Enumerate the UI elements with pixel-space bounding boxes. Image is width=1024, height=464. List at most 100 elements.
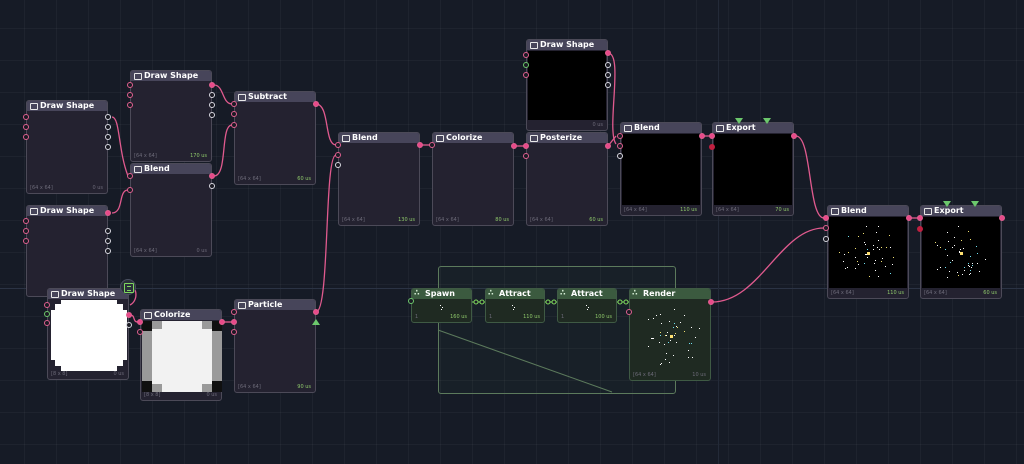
node-header[interactable]: Blend [131, 164, 211, 174]
input-pin[interactable] [44, 320, 50, 326]
node-header[interactable]: Spawn [412, 289, 471, 299]
node-posterize[interactable]: Posterize [64 x 64] 60 us [526, 132, 608, 226]
output-pin[interactable] [105, 228, 111, 234]
output-pin[interactable] [605, 82, 611, 88]
input-pin[interactable] [137, 319, 143, 325]
input-pin[interactable] [231, 111, 237, 117]
output-pin[interactable] [209, 92, 215, 98]
output-pin[interactable] [209, 183, 215, 189]
input-pin[interactable] [231, 309, 237, 315]
node-header[interactable]: Blend [828, 206, 908, 216]
node-blend-4[interactable]: Blend [64 x 64] 110 us [827, 205, 909, 299]
input-pin[interactable] [523, 52, 529, 58]
input-pin[interactable] [917, 215, 923, 221]
output-pin[interactable] [417, 142, 423, 148]
input-pin[interactable] [917, 226, 923, 232]
input-pin[interactable] [626, 309, 632, 315]
node-header[interactable]: Subtract [235, 92, 315, 102]
output-pin[interactable] [105, 124, 111, 130]
input-pin[interactable] [617, 153, 623, 159]
input-pin[interactable] [44, 302, 50, 308]
node-attract-2[interactable]: Attract 1 100 us [557, 288, 617, 323]
input-pin[interactable] [127, 92, 133, 98]
input-pin[interactable] [523, 143, 529, 149]
input-pin[interactable] [23, 218, 29, 224]
node-draw-shape-5[interactable]: Draw Shape [8 x 8] 0 us [47, 288, 129, 380]
node-attract-1[interactable]: Attract 1 110 us [485, 288, 545, 323]
node-header[interactable]: Blend [339, 133, 419, 143]
output-pin[interactable] [105, 248, 111, 254]
node-header[interactable]: Export [713, 123, 793, 133]
output-pin[interactable] [906, 215, 912, 221]
output-pin[interactable] [708, 299, 714, 305]
node-blend-2[interactable]: Blend [64 x 64] 130 us [338, 132, 420, 226]
input-pin[interactable] [335, 142, 341, 148]
output-pin[interactable] [219, 319, 225, 325]
node-export-2[interactable]: Export [64 x 64] 60 us [920, 205, 1002, 299]
input-pin[interactable] [127, 173, 133, 179]
input-pin[interactable] [127, 102, 133, 108]
node-header[interactable]: Export [921, 206, 1001, 216]
output-pin[interactable] [105, 114, 111, 120]
input-pin[interactable] [231, 329, 237, 335]
output-pin[interactable] [105, 134, 111, 140]
input-pin[interactable] [523, 72, 529, 78]
node-spawn[interactable]: Spawn 1 160 us [411, 288, 472, 323]
node-blend-3[interactable]: Blend [64 x 64] 110 us [620, 122, 702, 216]
output-pin[interactable] [999, 215, 1005, 221]
node-header[interactable]: Draw Shape [27, 206, 107, 216]
node-draw-shape-3[interactable]: Draw Shape [26, 205, 108, 297]
input-pin[interactable] [231, 122, 237, 128]
output-pin[interactable] [209, 173, 215, 179]
node-render[interactable]: Render [64 x 64] 10 us [629, 288, 711, 381]
node-colorize-2[interactable]: Colorize [8 x 8] 0 us [140, 309, 222, 401]
input-pin[interactable] [709, 144, 715, 150]
input-pin[interactable] [523, 153, 529, 159]
input-pin[interactable] [231, 319, 237, 325]
node-draw-shape-2[interactable]: Draw Shape [64 x 64] 170 us [130, 70, 212, 162]
node-subtract[interactable]: Subtract [64 x 64] 60 us [234, 91, 316, 185]
output-pin[interactable] [605, 72, 611, 78]
input-pin[interactable] [137, 329, 143, 335]
output-pin[interactable] [126, 322, 132, 328]
input-pin[interactable] [335, 162, 341, 168]
input-pin[interactable] [335, 152, 341, 158]
node-header[interactable]: Render [630, 289, 710, 299]
node-export-1[interactable]: Export [64 x 64] 70 us [712, 122, 794, 216]
note-icon[interactable] [120, 279, 136, 295]
output-pin[interactable] [105, 238, 111, 244]
output-pin[interactable] [605, 143, 611, 149]
output-pin[interactable] [313, 101, 319, 107]
input-pin[interactable] [408, 298, 414, 304]
input-pin[interactable] [127, 187, 133, 193]
node-header[interactable]: Particle [235, 300, 315, 310]
node-particle[interactable]: Particle [64 x 64] 90 us [234, 299, 316, 393]
node-header[interactable]: Draw Shape [131, 71, 211, 81]
input-pin[interactable] [617, 143, 623, 149]
node-draw-shape-4[interactable]: Draw Shape 0 us [526, 39, 608, 131]
input-pin[interactable] [823, 215, 829, 221]
output-pin[interactable] [105, 210, 111, 216]
input-pin[interactable] [23, 228, 29, 234]
node-header[interactable]: Colorize [433, 133, 513, 143]
output-pin[interactable] [126, 312, 132, 318]
node-draw-shape-1[interactable]: Draw Shape [64 x 64] 0 us [26, 100, 108, 194]
output-pin[interactable] [313, 309, 319, 315]
node-header[interactable]: Draw Shape [27, 101, 107, 111]
node-header[interactable]: Blend [621, 123, 701, 133]
input-pin[interactable] [617, 133, 623, 139]
node-header[interactable]: Attract [486, 289, 544, 299]
node-header[interactable]: Draw Shape [527, 40, 607, 50]
node-header[interactable]: Posterize [527, 133, 607, 143]
input-pin[interactable] [23, 134, 29, 140]
output-pin[interactable] [605, 50, 611, 56]
node-colorize-1[interactable]: Colorize [64 x 64] 80 us [432, 132, 514, 226]
input-pin[interactable] [23, 124, 29, 130]
output-pin[interactable] [605, 62, 611, 68]
output-pin[interactable] [791, 133, 797, 139]
output-pin[interactable] [209, 102, 215, 108]
input-pin[interactable] [231, 101, 237, 107]
output-pin[interactable] [511, 143, 517, 149]
input-pin[interactable] [127, 82, 133, 88]
input-pin[interactable] [23, 114, 29, 120]
